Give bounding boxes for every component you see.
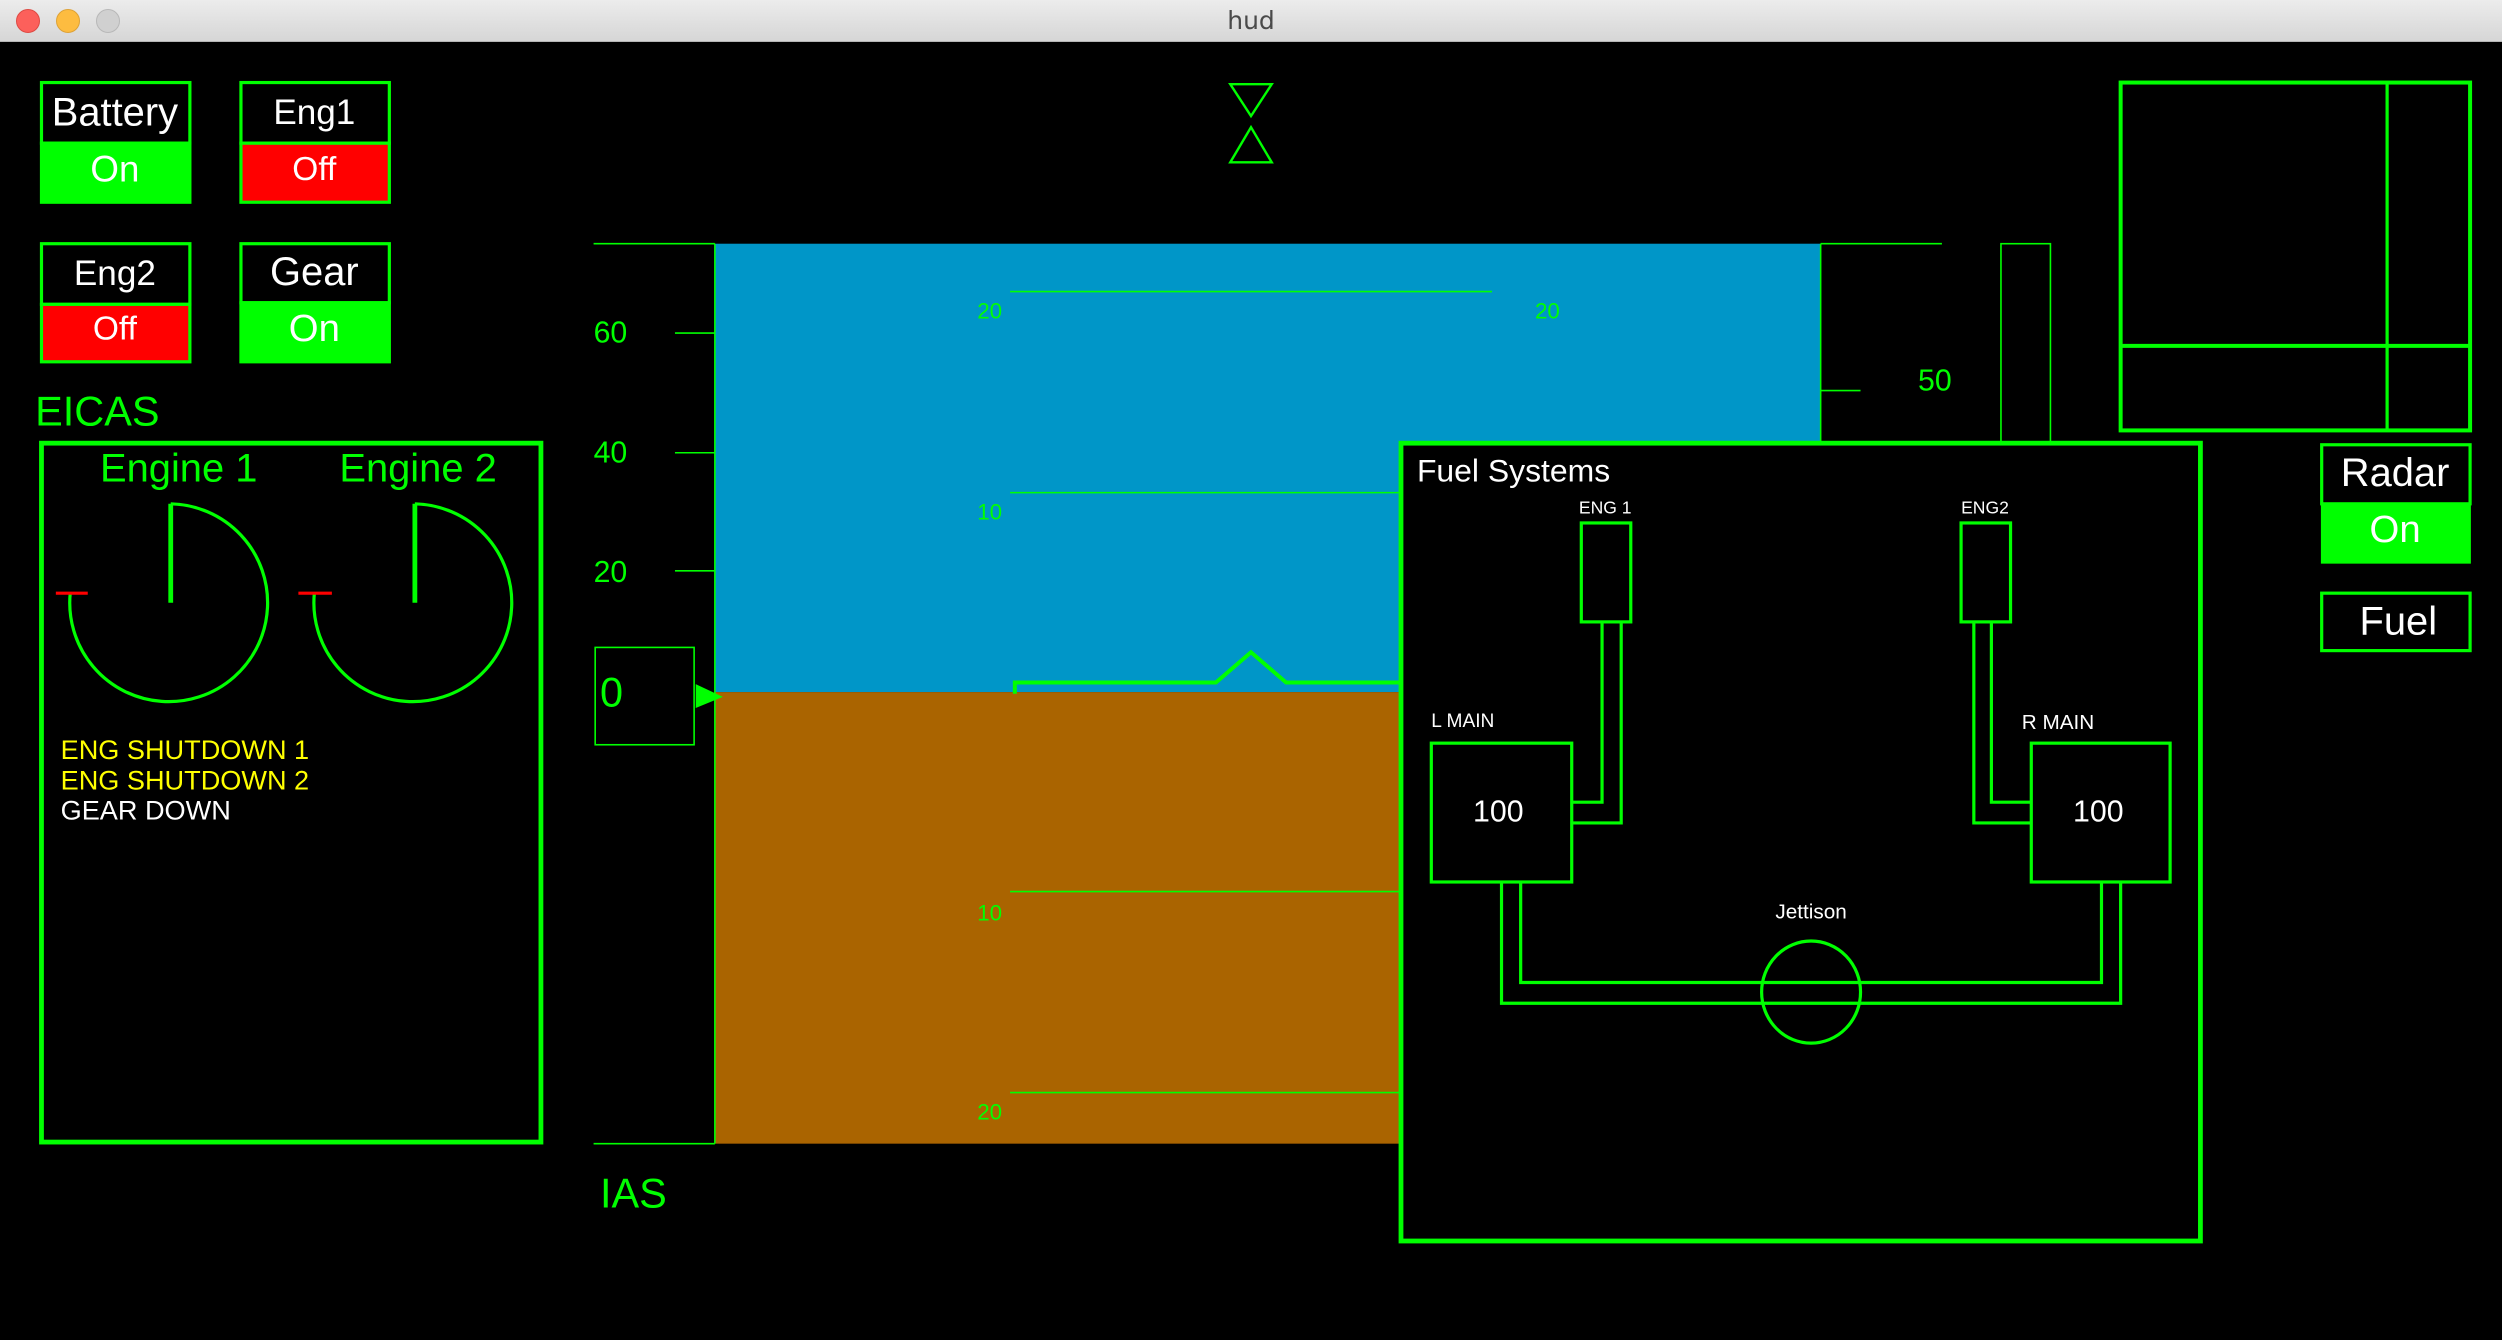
battery-label: Battery [52,91,178,135]
pitch-label: 20 [977,299,1002,324]
window-titlebar: hud [0,0,2502,42]
speed-tape: 60 40 20 0 IAS [594,242,723,1216]
radar-state: On [2370,508,2421,551]
eicas-message: ENG SHUTDOWN 2 [61,764,310,795]
engine1-label: Engine 1 [100,446,257,490]
pitch-label: 20 [977,1100,1002,1125]
current-speed: 0 [600,668,623,715]
fuel-button-label: Fuel [2359,600,2437,644]
right-tank-value: 100 [2073,795,2124,828]
battery-state: On [90,148,139,189]
speed-tick-label: 40 [594,436,628,469]
left-tank-value: 100 [1473,795,1524,828]
radar-display [2118,80,2473,433]
engine1-gauge [55,502,270,704]
gear-switch[interactable]: Gear On [239,242,391,364]
pitch-label: 20 [1535,299,1560,324]
eicas-message: GEAR DOWN [61,795,231,826]
fuel-systems-title: Fuel Systems [1417,452,1610,488]
radar-switch[interactable]: Radar On [2320,443,2472,564]
left-tank-label: L MAIN [1431,711,1494,732]
fuel-button[interactable]: Fuel [2320,591,2472,653]
speed-tick-label: 20 [594,556,628,589]
pitch-label: 10 [977,900,1002,925]
gear-state: On [289,307,340,350]
right-tank-label: R MAIN [2022,711,2095,734]
engine2-gauge [298,502,514,704]
gear-label: Gear [270,250,359,294]
window-title: hud [1227,6,1275,35]
jettison-label: Jettison [1775,901,1846,924]
pitch-label: 10 [977,500,1002,525]
eng1-feed-label: ENG 1 [1579,497,1632,517]
slip-indicator-icon [1228,82,1274,164]
eicas-title: EICAS [35,388,159,435]
vertical-speed-bar [2000,242,2052,444]
battery-switch[interactable]: Battery On [39,80,192,204]
eng1-switch[interactable]: Eng1 Off [239,80,391,204]
radar-label: Radar [2341,451,2450,495]
eng2-label: Eng2 [74,254,156,293]
fuel-systems-panel: Fuel Systems ENG 1 ENG2 L MAIN R MAIN 10… [1398,440,2203,1244]
ias-label: IAS [600,1169,667,1216]
engine2-label: Engine 2 [339,446,496,490]
eng1-label: Eng1 [273,93,355,132]
eng2-feed-label: ENG2 [1961,497,2009,517]
eng2-switch[interactable]: Eng2 Off [39,242,192,364]
altitude-tape: 50 [1819,242,2052,444]
altitude-tick-label: 50 [1918,365,1952,398]
eng2-state: Off [93,310,138,347]
hud-canvas: Battery On Eng1 Off Eng2 Off Gear On EIC… [35,80,2473,1244]
speed-tick-label: 60 [594,317,628,350]
eicas-message: ENG SHUTDOWN 1 [61,734,310,765]
eng1-state: Off [292,151,337,188]
